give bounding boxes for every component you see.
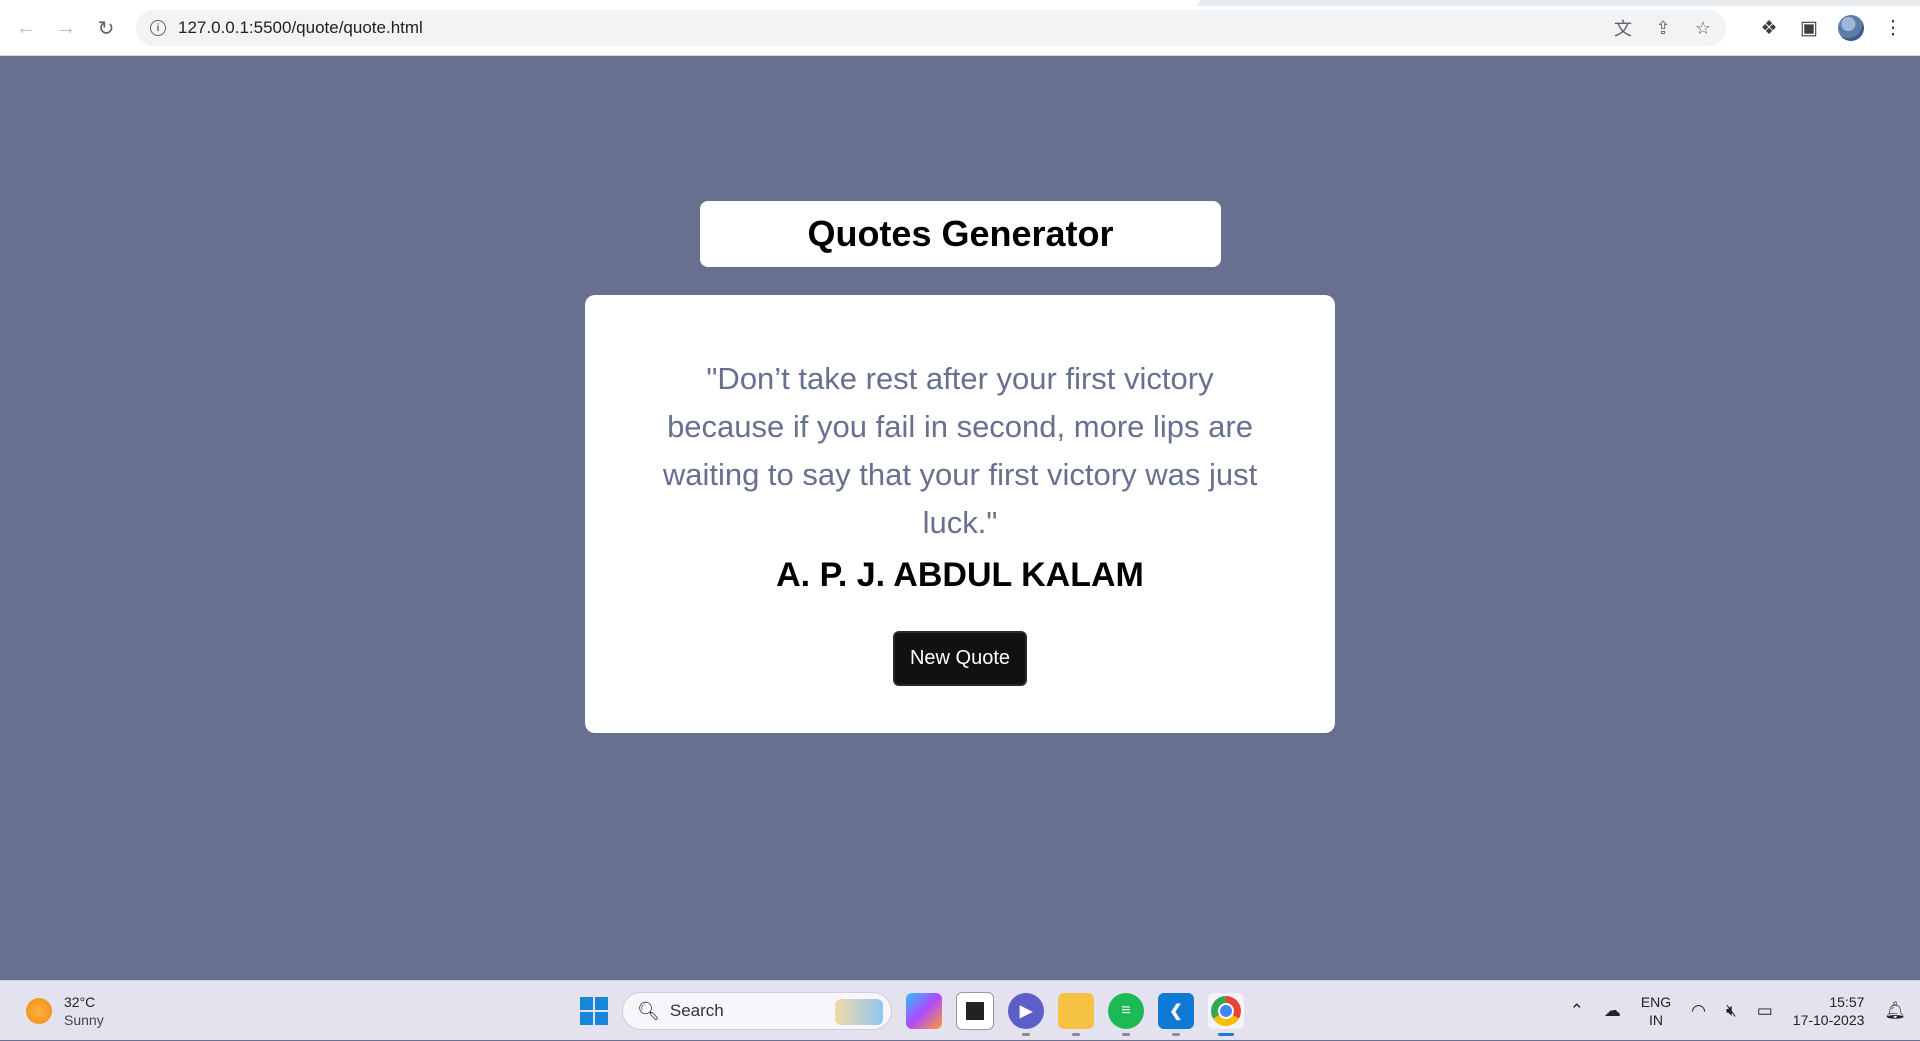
quote-author: A. P. J. ABDUL KALAM [776,556,1144,594]
toolbar-right: ❖ ▣ ⋮ [1758,10,1920,46]
taskbar-search[interactable]: 🔍︎ Search [622,992,892,1030]
reload-button[interactable]: ↻ [92,14,120,42]
arrow-right-icon: → [56,16,76,39]
system-tray: ⌃ ☁ ENG IN ◠ 🔇︎ ▭ 15:57 17-10-2023 🔔︎ [1570,981,1920,1041]
search-highlight-icon [835,999,883,1025]
file-explorer-icon[interactable] [1058,993,1094,1036]
back-button[interactable]: ← [12,14,40,42]
time: 15:57 [1829,994,1865,1010]
reload-icon: ↻ [97,17,115,40]
search-icon: 🔍︎ [637,1000,660,1021]
omnibox-actions: 文 ⇪ ☆ [1612,10,1714,46]
site-info-icon[interactable]: i [150,20,166,36]
share-icon[interactable]: ⇪ [1652,18,1674,39]
volume-muted-icon[interactable]: 🔇︎ [1726,1001,1737,1021]
windows-start-icon[interactable] [580,997,608,1025]
tab-strip [0,0,1920,6]
side-panel-icon[interactable]: ▣ [1798,17,1820,40]
header-card: Quotes Generator [700,201,1221,267]
battery-icon[interactable]: ▭ [1757,1001,1773,1021]
teams-icon[interactable]: ▶ [1008,993,1044,1036]
url-text[interactable]: 127.0.0.1:5500/quote/quote.html [178,18,423,38]
forward-button[interactable]: → [52,14,80,42]
clock[interactable]: 15:57 17-10-2023 [1793,993,1865,1029]
extensions-icon[interactable]: ❖ [1758,17,1780,40]
wifi-icon[interactable]: ◠ [1691,1001,1706,1021]
chevron-up-icon[interactable]: ⌃ [1570,1001,1584,1021]
onedrive-icon[interactable]: ☁ [1604,1001,1621,1021]
windows-taskbar: 32°C Sunny 🔍︎ Search ▶ ≡ ❮ ⌃ ☁ ENG IN ◠ … [0,980,1920,1040]
quote-text: "Don’t take rest after your first victor… [662,361,1258,540]
copilot-icon[interactable] [906,993,942,1029]
active-tab[interactable] [0,0,1200,6]
vscode-icon[interactable]: ❮ [1158,993,1194,1036]
menu-icon[interactable]: ⋮ [1882,17,1904,40]
address-bar[interactable]: i 127.0.0.1:5500/quote/quote.html 文 ⇪ ☆ [136,10,1726,46]
notification-bell-icon[interactable]: 🔔︎ [1884,1001,1906,1021]
page-title: Quotes Generator [807,213,1114,254]
chrome-icon[interactable] [1208,993,1244,1036]
bookmark-star-icon[interactable]: ☆ [1692,18,1714,39]
task-view-icon[interactable] [956,992,994,1030]
taskbar-apps: 🔍︎ Search ▶ ≡ ❮ [580,989,1244,1036]
spotify-icon[interactable]: ≡ [1108,993,1144,1036]
translate-icon[interactable]: 文 [1612,15,1634,41]
search-placeholder: Search [669,1001,724,1020]
arrow-left-icon: ← [16,16,36,39]
date: 17-10-2023 [1792,1012,1865,1028]
language-indicator[interactable]: ENG IN [1641,993,1671,1029]
sun-icon [26,998,52,1024]
new-quote-button[interactable]: New Quote [892,631,1028,686]
weather-widget[interactable]: 32°C Sunny [26,993,104,1029]
weather-temp: 32°C [64,994,96,1010]
quote-card: "Don’t take rest after your first victor… [585,295,1335,733]
profile-avatar[interactable] [1838,15,1864,41]
browser-toolbar: ← → ↻ i 127.0.0.1:5500/quote/quote.html … [0,0,1920,56]
weather-condition: Sunny [64,1012,104,1028]
